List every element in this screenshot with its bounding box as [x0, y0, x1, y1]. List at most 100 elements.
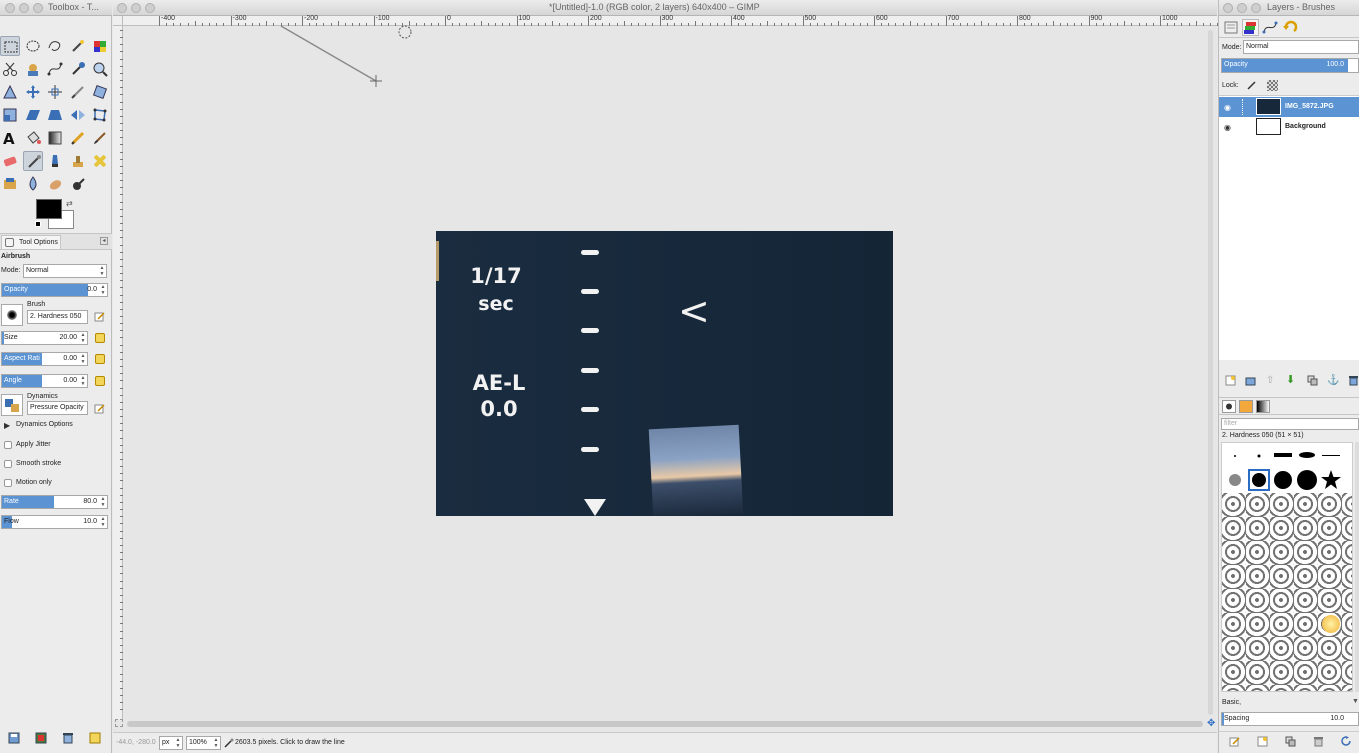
- tab-layers[interactable]: [1242, 19, 1259, 36]
- motion-only-checkbox[interactable]: [4, 479, 12, 487]
- paintbrush-tool[interactable]: [90, 128, 110, 148]
- layer-name[interactable]: Background: [1285, 123, 1326, 130]
- brush-thumb[interactable]: [1320, 445, 1342, 467]
- brush-spacing-slider[interactable]: Spacing 10.0: [1221, 712, 1359, 726]
- shear-tool[interactable]: [23, 105, 43, 125]
- lock-alpha-icon[interactable]: [1267, 80, 1278, 91]
- dynamics-name-field[interactable]: Pressure Opacity: [27, 401, 88, 415]
- perspective-tool[interactable]: [45, 105, 65, 125]
- delete-options-icon[interactable]: [62, 732, 74, 744]
- brush-thumb-sun[interactable]: [1322, 615, 1340, 633]
- brush-thumb[interactable]: [1320, 469, 1342, 491]
- rotate-tool[interactable]: [90, 82, 110, 102]
- tab-gradients[interactable]: [1256, 400, 1270, 413]
- edit-brush-icon[interactable]: [1229, 736, 1240, 747]
- lock-pixels-icon[interactable]: [1246, 80, 1257, 91]
- chevron-updown-icon[interactable]: ▲ ▼: [99, 496, 107, 508]
- image-canvas[interactable]: 1/17 sec AE-L 0.0 <: [436, 231, 893, 516]
- opacity-slider[interactable]: Opacity 0.0 ▲ ▼: [1, 283, 108, 297]
- reset-size-icon[interactable]: [95, 333, 105, 343]
- brush-thumb[interactable]: [1272, 469, 1294, 491]
- flow-slider[interactable]: Flow 10.0 ▲ ▼: [1, 515, 108, 529]
- color-select-tool[interactable]: [90, 36, 110, 56]
- clone-tool[interactable]: [68, 151, 88, 171]
- pencil-tool[interactable]: [68, 128, 88, 148]
- flip-tool[interactable]: [68, 105, 88, 125]
- paths-tool[interactable]: [45, 59, 65, 79]
- default-colors-icon[interactable]: [35, 221, 41, 227]
- zoom-window-button[interactable]: [145, 3, 155, 13]
- tab-patterns[interactable]: [1239, 400, 1253, 413]
- vertical-scrollbar[interactable]: [1208, 30, 1213, 715]
- perspective-clone-tool[interactable]: [0, 174, 20, 194]
- brush-name-field[interactable]: 2. Hardness 050: [27, 310, 88, 324]
- reset-angle-icon[interactable]: [95, 376, 105, 386]
- layer-row-img[interactable]: ◉ IMG_5872.JPG: [1219, 97, 1359, 117]
- eye-icon[interactable]: ◉: [1224, 103, 1231, 112]
- new-brush-icon[interactable]: [1257, 736, 1268, 747]
- restore-options-icon[interactable]: [35, 732, 47, 744]
- free-select-tool[interactable]: [45, 36, 65, 56]
- brush-grid-scrollbar[interactable]: [1355, 442, 1359, 692]
- brush-preview[interactable]: [1, 304, 23, 326]
- dynamics-options-expander[interactable]: Dynamics Options: [16, 421, 73, 428]
- tab-paths[interactable]: [1262, 20, 1278, 35]
- chevron-updown-icon[interactable]: ▲ ▼: [79, 375, 87, 387]
- raise-layer-icon[interactable]: ⇧: [1266, 375, 1277, 386]
- fuzzy-select-tool[interactable]: [68, 36, 88, 56]
- duplicate-layer-icon[interactable]: [1307, 375, 1318, 386]
- measure-tool[interactable]: [0, 82, 20, 102]
- blend-tool[interactable]: [45, 128, 65, 148]
- brush-thumb[interactable]: [1248, 445, 1270, 467]
- zoom-tool[interactable]: [90, 59, 110, 79]
- minimize-window-button[interactable]: [19, 3, 29, 13]
- zoom-select[interactable]: 100% ▲ ▼: [186, 736, 221, 750]
- ink-tool[interactable]: [45, 151, 65, 171]
- navigate-icon[interactable]: ✥: [1207, 718, 1217, 729]
- eraser-tool[interactable]: [0, 151, 20, 171]
- tab-brushes[interactable]: [1222, 400, 1236, 413]
- tab-images[interactable]: [1223, 20, 1239, 35]
- swap-colors-icon[interactable]: ⇄: [66, 199, 73, 208]
- close-window-button[interactable]: [1223, 3, 1233, 13]
- layer-row-background[interactable]: ◉ Background: [1219, 117, 1359, 137]
- crop-tool[interactable]: [68, 82, 88, 102]
- brush-thumb[interactable]: [1272, 445, 1294, 467]
- reset-aspect-icon[interactable]: [95, 354, 105, 364]
- move-tool[interactable]: [23, 82, 43, 102]
- layer-name[interactable]: IMG_5872.JPG: [1285, 103, 1334, 110]
- rect-select-tool[interactable]: [0, 36, 20, 56]
- tab-undo-history[interactable]: [1282, 20, 1298, 35]
- chevron-updown-icon[interactable]: ▲ ▼: [99, 284, 107, 296]
- chevron-updown-icon[interactable]: ▲ ▼: [79, 353, 87, 365]
- cage-transform-tool[interactable]: [90, 105, 110, 125]
- bucket-fill-tool[interactable]: [23, 128, 43, 148]
- smudge-tool[interactable]: [45, 174, 65, 194]
- brush-thumb[interactable]: [1224, 445, 1246, 467]
- dodge-burn-tool[interactable]: [68, 174, 88, 194]
- chevron-updown-icon[interactable]: ▲ ▼: [99, 516, 107, 528]
- tab-tool-options[interactable]: Tool Options: [1, 235, 61, 250]
- expander-triangle-icon[interactable]: ▶: [4, 421, 10, 430]
- scissors-tool[interactable]: [0, 59, 20, 79]
- duplicate-brush-icon[interactable]: [1285, 736, 1296, 747]
- brush-thumb[interactable]: [1296, 469, 1318, 491]
- horizontal-scrollbar[interactable]: [127, 721, 1203, 727]
- unit-select[interactable]: px ▲ ▼: [159, 736, 183, 750]
- anchor-layer-icon[interactable]: ⚓: [1327, 375, 1339, 386]
- angle-slider[interactable]: Angle 0.00 ▲ ▼: [1, 374, 88, 388]
- dynamics-preview[interactable]: [1, 394, 23, 416]
- chevron-down-icon[interactable]: ▼: [1352, 698, 1359, 705]
- brush-grid[interactable]: [1221, 442, 1353, 692]
- blur-sharpen-tool[interactable]: [23, 174, 43, 194]
- lower-layer-icon[interactable]: ⬇: [1286, 375, 1297, 386]
- zoom-window-button[interactable]: [1251, 3, 1261, 13]
- brush-thumb-selected[interactable]: [1248, 469, 1270, 491]
- brush-filter-input[interactable]: filter: [1221, 418, 1359, 430]
- close-window-button[interactable]: [5, 3, 15, 13]
- layer-mode-select[interactable]: Normal: [1243, 40, 1359, 54]
- minimize-window-button[interactable]: [1237, 3, 1247, 13]
- new-layer-group-icon[interactable]: [1245, 375, 1256, 386]
- quick-mask-corner[interactable]: [113, 16, 123, 26]
- close-window-button[interactable]: [117, 3, 127, 13]
